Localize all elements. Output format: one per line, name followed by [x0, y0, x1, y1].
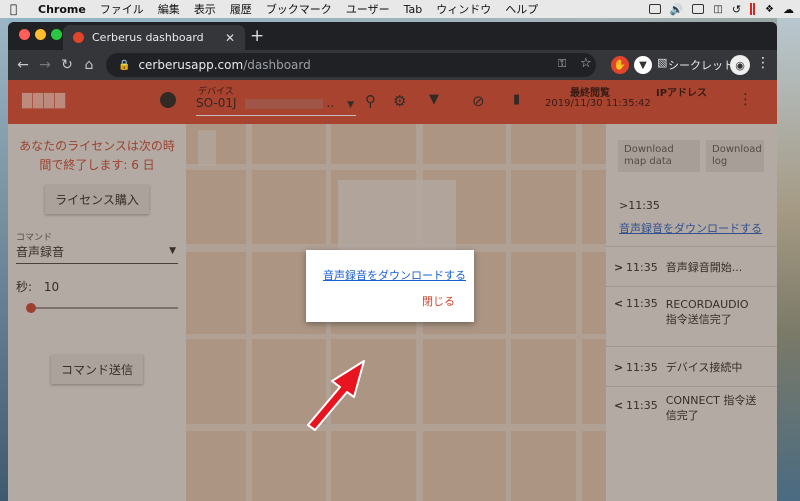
message-icon[interactable]	[648, 4, 661, 14]
menu-item-people[interactable]: ユーザー	[346, 1, 390, 17]
browser-toolbar: ← → ↻ ⌂ 🔒 cerberusapp.com/dashboard ⚿ ☆ …	[8, 50, 777, 80]
close-button[interactable]: 閉じる	[422, 293, 455, 309]
cerberus-dashboard: ████ デバイス SO-01J.. ▼ ⚲ ⚙ ▼ ⊘ ▮ 最終閲覧 2019…	[8, 80, 777, 501]
url-path: /dashboard	[243, 58, 311, 72]
app-bar-dim-overlay	[8, 80, 777, 124]
back-icon[interactable]: ←	[12, 57, 34, 73]
incognito-avatar[interactable]: ◉	[730, 55, 750, 75]
menu-item-file[interactable]: ファイル	[100, 1, 144, 17]
browser-window: Cerberus dashboard ✕ + ← → ↻ ⌂ 🔒 cerberu…	[8, 22, 777, 501]
url-domain: cerberusapp.com	[138, 58, 244, 72]
desktop-background-right	[777, 18, 800, 501]
download-audio-link[interactable]: 音声録音をダウンロードする	[323, 267, 466, 283]
tab-title: Cerberus dashboard	[92, 31, 204, 44]
bookmark-star-icon[interactable]: ☆	[580, 56, 592, 71]
time-machine-icon[interactable]: ↺	[732, 3, 741, 16]
menu-app-name[interactable]: Chrome	[38, 3, 86, 16]
menu-item-help[interactable]: ヘルプ	[505, 1, 538, 17]
volume-icon[interactable]: 🔊	[670, 3, 684, 16]
menu-item-view[interactable]: 表示	[194, 1, 216, 17]
menu-item-edit[interactable]: 編集	[158, 1, 180, 17]
cerberus-favicon-icon	[73, 32, 84, 43]
chrome-menu-icon[interactable]: ⋮	[756, 55, 770, 71]
desktop-background-left	[0, 18, 8, 501]
home-icon[interactable]: ⌂	[78, 57, 100, 73]
forward-icon[interactable]: →	[34, 57, 56, 73]
lock-icon[interactable]: 🔒	[118, 60, 130, 71]
extension-shield-icon[interactable]: ▼	[634, 56, 652, 74]
pointer-arrow-icon	[307, 360, 365, 431]
tab-close-icon[interactable]: ✕	[225, 31, 235, 45]
mac-menu-bar:  Chrome ファイル 編集 表示 履歴 ブックマーク ユーザー Tab ウ…	[0, 0, 800, 18]
download-dialog: 音声録音をダウンロードする 閉じる	[306, 250, 474, 322]
dropbox-icon[interactable]: ❖	[765, 4, 774, 15]
menu-item-history[interactable]: 履歴	[230, 1, 252, 17]
incognito-label: シークレット	[668, 59, 734, 72]
cloud-icon[interactable]: ☁	[783, 3, 794, 16]
menu-item-window[interactable]: ウィンドウ	[436, 1, 491, 17]
pause-icon[interactable]	[750, 3, 753, 15]
tab-strip: Cerberus dashboard ✕ +	[8, 22, 777, 50]
window-zoom-icon[interactable]	[51, 29, 62, 40]
new-tab-icon[interactable]: +	[250, 26, 264, 46]
cast-icon[interactable]: ◫	[713, 4, 722, 15]
app-bar: ████ デバイス SO-01J.. ▼ ⚲ ⚙ ▼ ⊘ ▮ 最終閲覧 2019…	[8, 80, 777, 124]
screen-icon[interactable]	[692, 4, 705, 14]
incognito-icon[interactable]: ▧	[657, 56, 667, 69]
menu-item-bookmarks[interactable]: ブックマーク	[266, 1, 332, 17]
key-icon[interactable]: ⚿	[558, 57, 566, 71]
menu-item-tab[interactable]: Tab	[404, 3, 423, 16]
window-close-icon[interactable]	[19, 29, 30, 40]
menu-extras: 🔊 ◫ ↺ ❖ ☁	[648, 0, 794, 18]
tab-cerberus[interactable]: Cerberus dashboard ✕	[63, 25, 245, 50]
apple-icon[interactable]: 	[10, 2, 24, 16]
extension-stop-icon[interactable]: ✋	[611, 56, 629, 74]
window-minimize-icon[interactable]	[35, 29, 46, 40]
reload-icon[interactable]: ↻	[56, 57, 78, 73]
address-bar[interactable]: 🔒 cerberusapp.com/dashboard ⚿ ☆	[106, 53, 596, 77]
